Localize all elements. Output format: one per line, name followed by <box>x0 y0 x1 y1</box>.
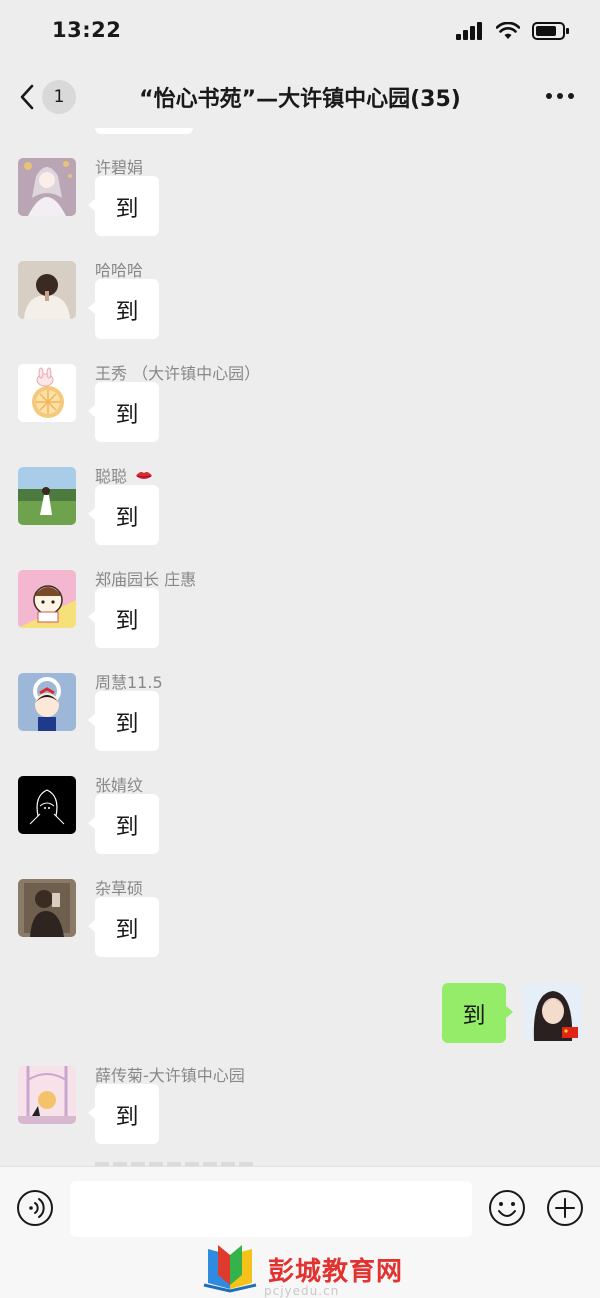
signal-icon <box>456 22 482 40</box>
back-button[interactable]: 1 <box>18 78 90 116</box>
message-item: 王秀 （大许镇中心园） 到 <box>0 360 600 460</box>
more-button[interactable] <box>542 82 578 110</box>
avatar[interactable] <box>18 158 76 216</box>
more-icon <box>546 93 574 99</box>
sender-name: 杂草硕 <box>95 879 144 898</box>
message-item: 薛传菊-大许镇中心园 到 <box>0 1062 600 1162</box>
avatar[interactable] <box>18 673 76 731</box>
message-item: 郑庙园长 庄惠 到 <box>0 566 600 666</box>
status-icons <box>456 22 570 40</box>
battery-icon <box>532 22 569 40</box>
message-bubble[interactable]: 到 <box>88 897 159 957</box>
avatar[interactable] <box>18 1066 76 1124</box>
sender-name: 郑庙园长 庄惠 <box>95 570 197 589</box>
plus-icon[interactable] <box>546 1189 584 1227</box>
sender-name: 聪聪 <box>95 463 153 487</box>
cut-off-bubble <box>95 128 193 134</box>
avatar[interactable] <box>18 261 76 319</box>
sender-name: 哈哈哈 <box>95 261 144 280</box>
avatar[interactable] <box>18 776 76 834</box>
chat-title: “怡心书苑”—大许镇中心园(35) <box>139 87 461 112</box>
avatar[interactable] <box>18 570 76 628</box>
message-item: 张婧纹 到 <box>0 772 600 872</box>
message-bubble[interactable]: 到 <box>88 279 159 339</box>
avatar[interactable] <box>18 467 76 525</box>
sender-name: 许碧娟 <box>95 158 144 177</box>
book-logo-icon <box>203 1245 257 1293</box>
chat-screen: 13:22 1 “怡心书苑”—大许镇中心园(35) 许碧娟 到 哈哈哈 到 王秀… <box>0 0 600 1298</box>
message-bubble-self[interactable]: 到 <box>442 983 513 1043</box>
message-bubble[interactable]: 到 <box>88 1084 159 1144</box>
avatar[interactable] <box>18 364 76 422</box>
message-item: 聪聪 到 <box>0 463 600 563</box>
sender-name: 王秀 （大许镇中心园） <box>95 364 261 383</box>
message-list[interactable]: 许碧娟 到 哈哈哈 到 王秀 （大许镇中心园） 到 聪聪 到 郑庙园长 庄惠 到… <box>0 128 600 1168</box>
message-item: 许碧娟 到 <box>0 154 600 254</box>
message-bubble[interactable]: 到 <box>88 485 159 545</box>
unread-badge: 1 <box>42 80 76 114</box>
message-bubble[interactable]: 到 <box>88 176 159 236</box>
message-bubble[interactable]: 到 <box>88 691 159 751</box>
message-item: 杂草硕 到 <box>0 875 600 975</box>
message-input[interactable] <box>70 1181 472 1237</box>
sender-name-text: 聪聪 <box>95 467 128 486</box>
status-time: 13:22 <box>52 18 122 42</box>
avatar[interactable] <box>18 879 76 937</box>
watermark: 彭城教育网 pcjyedu.cn <box>200 1240 420 1298</box>
message-bubble[interactable]: 到 <box>88 588 159 648</box>
avatar-self[interactable] <box>524 983 582 1041</box>
sender-name: 张婧纹 <box>95 776 144 795</box>
nav-bar: 1 “怡心书苑”—大许镇中心园(35) <box>0 64 600 128</box>
watermark-text: 彭城教育网 <box>268 1256 404 1287</box>
voice-icon[interactable] <box>16 1189 54 1227</box>
message-bubble[interactable]: 到 <box>88 794 159 854</box>
message-item: 周慧11.5 到 <box>0 669 600 769</box>
message-item: 哈哈哈 到 <box>0 257 600 357</box>
sender-name: 周慧11.5 <box>95 673 163 692</box>
sender-name: 薛传菊-大许镇中心园 <box>95 1066 245 1085</box>
watermark-url: pcjyedu.cn <box>264 1284 340 1298</box>
wifi-icon <box>496 22 520 39</box>
emoji-icon[interactable] <box>488 1189 526 1227</box>
status-bar: 13:22 <box>0 0 600 64</box>
chevron-left-icon <box>20 84 34 110</box>
lips-icon <box>136 472 153 479</box>
message-bubble[interactable]: 到 <box>88 382 159 442</box>
